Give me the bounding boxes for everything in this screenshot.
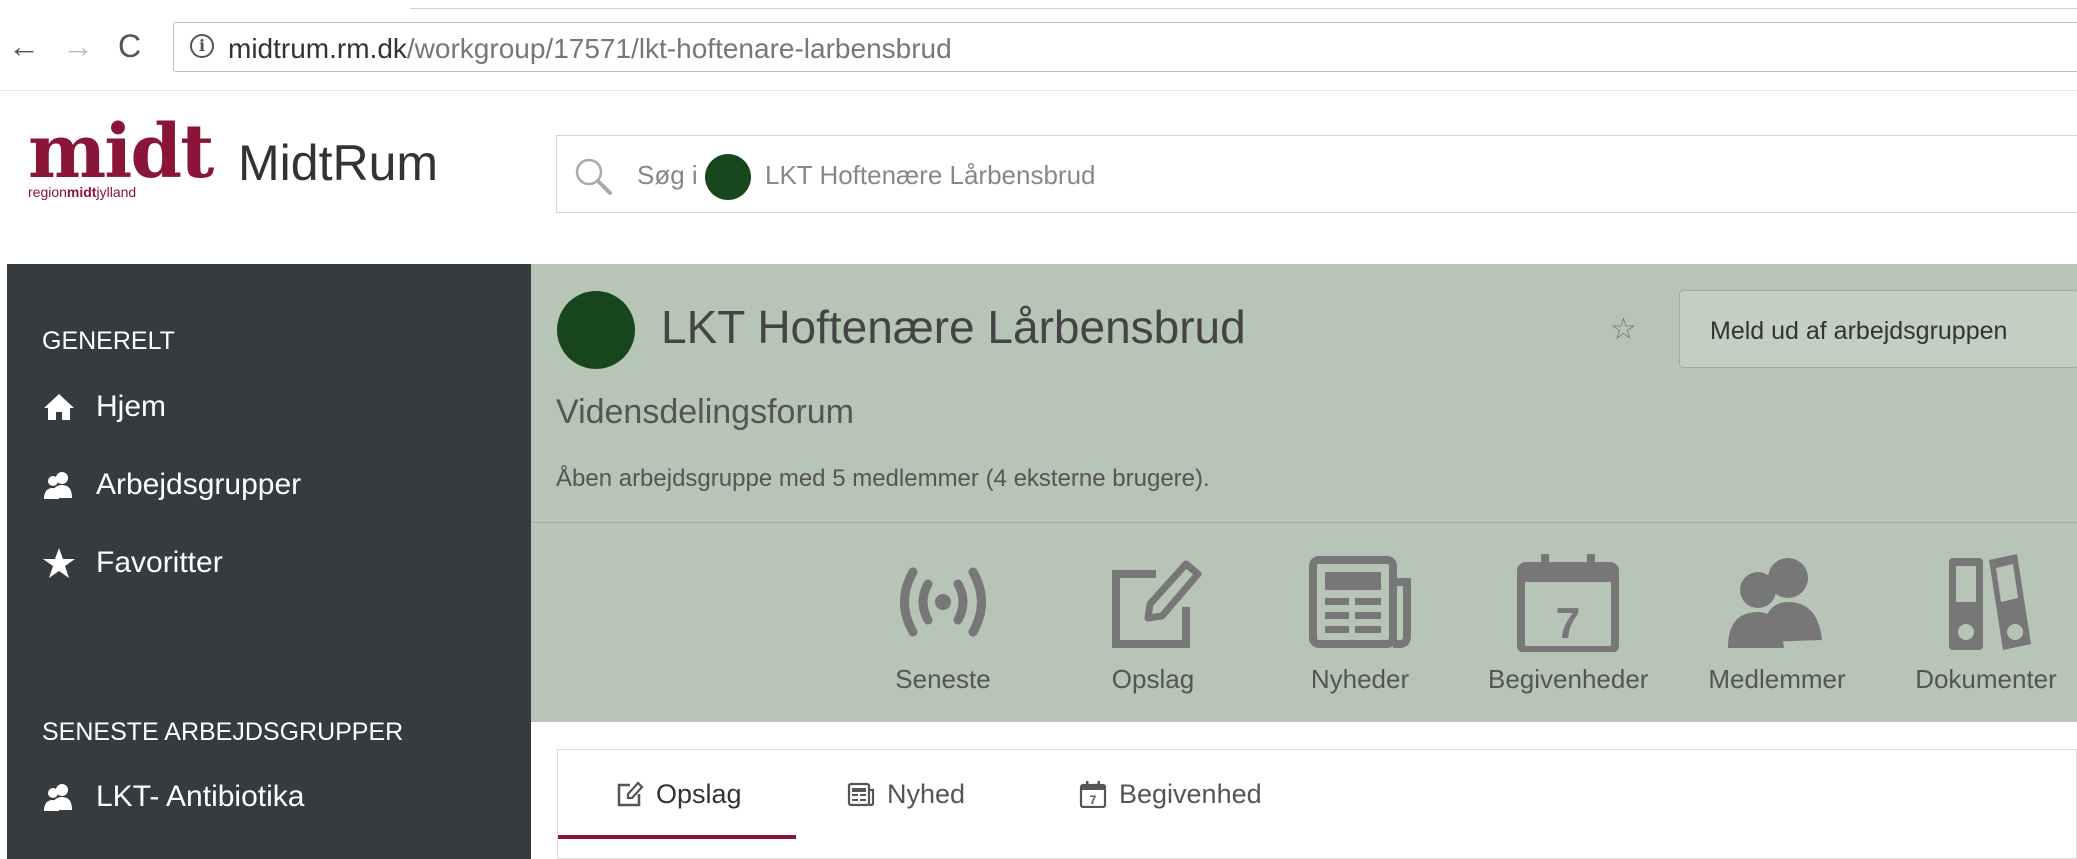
tool-medlemmer[interactable]: Medlemmer	[1697, 552, 1857, 695]
tool-label: Dokumenter	[1915, 664, 2057, 694]
star-icon	[43, 548, 75, 578]
tool-label: Seneste	[895, 664, 991, 694]
brand-name[interactable]: MidtRum	[238, 134, 438, 192]
back-arrow-icon[interactable]: ←	[8, 26, 40, 66]
home-icon	[44, 394, 74, 420]
tab-nyhed[interactable]: Nyhed	[847, 750, 965, 838]
tool-label: Nyheder	[1310, 664, 1410, 694]
svg-text:7: 7	[1090, 793, 1097, 807]
reload-icon[interactable]: C	[118, 26, 141, 66]
sidebar-item-label: Arbejdsgrupper	[96, 468, 302, 501]
active-tab-indicator	[558, 835, 796, 839]
tab-label: Begivenhed	[1119, 778, 1262, 809]
search-scope-label: LKT Hoftenære Lårbensbrud	[765, 160, 1096, 190]
search-prefix: Søg i	[637, 160, 698, 190]
search-input[interactable]: Søg i LKT Hoftenære Lårbensbrud	[556, 135, 2077, 213]
favorite-star-icon[interactable]: ☆	[1610, 312, 1637, 347]
broadcast-icon	[900, 567, 986, 637]
forward-arrow-icon[interactable]: →	[62, 26, 94, 66]
group-avatar-small	[705, 154, 751, 200]
tool-opslag[interactable]: Opslag	[1073, 552, 1233, 695]
tool-label: Begivenheder	[1488, 664, 1649, 694]
group-subtitle: Vidensdelingsforum	[556, 393, 854, 431]
sidebar-item-label: Hjem	[96, 390, 167, 423]
workgroup-icon	[44, 784, 72, 811]
edit-icon	[1112, 560, 1202, 648]
sidebar: GENERELT Hjem Arbejdsgrupper Favoritter …	[7, 264, 531, 859]
tool-nyheder[interactable]: Nyheder	[1280, 552, 1440, 695]
url-text[interactable]: midtrum.rm.dk/workgroup/17571/lkt-hoften…	[228, 33, 952, 65]
workgroup-icon	[44, 472, 72, 499]
tool-dokumenter[interactable]: Dokumenter	[1906, 552, 2066, 695]
sidebar-heading-general: GENERELT	[42, 327, 175, 355]
address-bar[interactable]: i midtrum.rm.dk/workgroup/17571/lkt-hoft…	[173, 22, 2077, 72]
sidebar-item-lkt-antibiotika[interactable]: LKT- Antibiotika	[42, 780, 304, 814]
edit-icon	[617, 781, 644, 807]
tab-opslag[interactable]: Opslag	[616, 750, 742, 838]
url-domain: midtrum.rm.dk	[228, 33, 407, 64]
newspaper-icon	[847, 782, 875, 807]
sidebar-item-label: LKT- Antibiotika	[96, 780, 305, 813]
window-edge	[410, 8, 2077, 9]
sidebar-item-hjem[interactable]: Hjem	[42, 390, 166, 424]
region-logo[interactable]: midt regionmidtjylland	[28, 109, 214, 200]
browser-toolbar: ← → C i midtrum.rm.dk/workgroup/17571/lk…	[0, 0, 2077, 91]
group-description: Åben arbejdsgruppe med 5 medlemmer (4 ek…	[556, 465, 1210, 492]
members-icon	[1728, 558, 1822, 648]
tab-label: Nyhed	[887, 778, 966, 809]
post-composer: Opslag Nyhed 7 Begivenhed	[557, 749, 2077, 859]
logo-mark: midt	[28, 109, 214, 195]
sidebar-heading-recent: SENESTE ARBEJDSGRUPPER	[42, 718, 404, 746]
tool-begivenheder[interactable]: 7 Begivenheder	[1488, 552, 1648, 695]
sidebar-item-label: Favoritter	[96, 546, 223, 579]
binders-icon	[1949, 554, 2031, 650]
calendar-icon: 7	[1517, 554, 1619, 652]
tab-begivenhed[interactable]: 7 Begivenhed	[1079, 750, 1262, 838]
calendar-icon: 7	[1079, 781, 1107, 808]
tool-seneste[interactable]: Seneste	[863, 552, 1023, 695]
sidebar-item-favoritter[interactable]: Favoritter	[42, 546, 223, 580]
leave-group-button[interactable]: Meld ud af arbejdsgruppen	[1679, 290, 2077, 368]
tool-label: Medlemmer	[1708, 664, 1846, 694]
divider	[531, 522, 2077, 523]
url-path: /workgroup/17571/lkt-hoftenare-larbensbr…	[406, 33, 952, 64]
group-title: LKT Hoftenære Lårbensbrud	[661, 301, 1246, 353]
newspaper-icon	[1309, 556, 1411, 648]
info-icon[interactable]: i	[190, 34, 214, 58]
group-avatar	[557, 291, 635, 369]
search-icon	[575, 158, 612, 195]
svg-text:7: 7	[1556, 599, 1580, 648]
tool-label: Opslag	[1111, 664, 1195, 694]
sidebar-item-arbejdsgrupper[interactable]: Arbejdsgrupper	[42, 468, 301, 502]
tab-label: Opslag	[656, 778, 742, 809]
